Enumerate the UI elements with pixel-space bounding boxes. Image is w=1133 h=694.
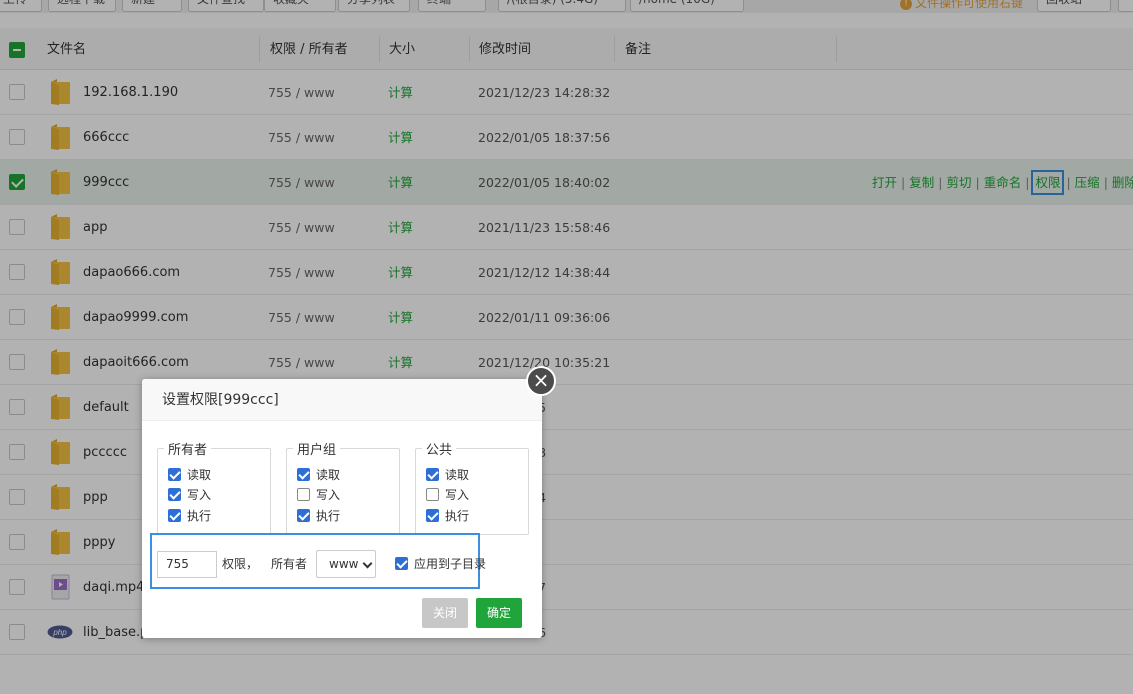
close-icon[interactable]: × (526, 366, 556, 396)
option-label: 写入 (316, 488, 341, 502)
owner-read-option[interactable]: 读取 (168, 466, 211, 483)
apply-subdir-option[interactable]: 应用到子目录 (395, 555, 486, 572)
public-read-option[interactable]: 读取 (426, 466, 469, 483)
owner-write-option[interactable]: 写入 (168, 486, 211, 503)
group-write-option[interactable]: 写入 (297, 486, 340, 503)
checkbox[interactable] (297, 468, 310, 481)
public-write-option[interactable]: 写入 (426, 486, 469, 503)
checkbox[interactable] (426, 468, 439, 481)
permission-input[interactable]: 755 (157, 551, 217, 578)
option-label: 写入 (187, 488, 212, 502)
public-group: 公共 读取 写入 执行 (415, 439, 529, 535)
option-label: 读取 (316, 468, 341, 482)
owner-select[interactable]: www (316, 550, 376, 578)
permission-dialog: 设置权限[999ccc] × 所有者 读取 写入 执行 用户组 读取 写入 执行… (142, 366, 556, 638)
group-title: 所有者 (164, 439, 212, 458)
option-label: 写入 (445, 488, 470, 502)
checkbox[interactable] (426, 509, 439, 522)
usergroup-group: 用户组 读取 写入 执行 (286, 439, 400, 535)
option-label: 应用到子目录 (414, 557, 487, 571)
option-label: 读取 (445, 468, 470, 482)
option-label: 读取 (187, 468, 212, 482)
owner-label: 所有者 (271, 557, 308, 571)
close-button[interactable]: 关闭 (422, 598, 468, 628)
checkbox[interactable] (168, 488, 181, 501)
owner-exec-option[interactable]: 执行 (168, 507, 211, 524)
group-title: 公共 (422, 439, 457, 458)
dialog-title: 设置权限[999ccc] (142, 379, 542, 421)
option-label: 执行 (445, 509, 470, 523)
group-exec-option[interactable]: 执行 (297, 507, 340, 524)
checkbox[interactable] (168, 509, 181, 522)
option-label: 执行 (187, 509, 212, 523)
checkbox[interactable] (168, 468, 181, 481)
permission-label: 权限， (222, 557, 259, 571)
owner-value: www (329, 557, 359, 571)
checkbox[interactable] (395, 557, 408, 570)
group-read-option[interactable]: 读取 (297, 466, 340, 483)
option-label: 执行 (316, 509, 341, 523)
public-exec-option[interactable]: 执行 (426, 507, 469, 524)
group-title: 用户组 (293, 439, 341, 458)
checkbox[interactable] (297, 488, 310, 501)
checkbox[interactable] (426, 488, 439, 501)
owner-group: 所有者 读取 写入 执行 (157, 439, 271, 535)
chevron-down-icon (362, 558, 373, 569)
confirm-button[interactable]: 确定 (476, 598, 522, 628)
checkbox[interactable] (297, 509, 310, 522)
